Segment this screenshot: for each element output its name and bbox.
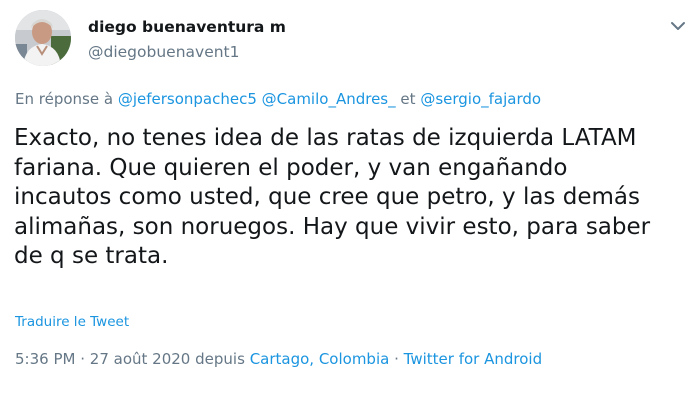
mention-link[interactable]: @jefersonpachec5 (118, 90, 257, 108)
tweet-date[interactable]: 27 août 2020 (90, 350, 191, 368)
display-name[interactable]: diego buenaventura m (88, 18, 286, 36)
mention-link[interactable]: @Camilo_Andres_ (262, 90, 396, 108)
meta-separator: · (80, 350, 86, 368)
mention-link[interactable]: @sergio_fajardo (420, 90, 541, 108)
user-handle[interactable]: @diegobuenavent1 (88, 43, 240, 61)
reply-prefix: En réponse à (15, 90, 114, 108)
translate-tweet-link[interactable]: Traduire le Tweet (15, 314, 129, 330)
source-app-link[interactable]: Twitter for Android (404, 350, 542, 368)
meta-separator: · (394, 350, 399, 368)
reply-conjunction: et (400, 90, 416, 108)
tweet-line: alimañas, son noruegos. Hay que vivir es… (14, 213, 651, 240)
tweet-line: Exacto, no tenes idea de las ratas de iz… (14, 125, 637, 151)
chevron-down-icon[interactable] (670, 17, 686, 30)
tweet-line: fariana. Que quieren el poder, y van eng… (14, 154, 568, 181)
tweet-line: de q se trata. (14, 243, 169, 269)
via-label: depuis (195, 350, 245, 368)
location-link[interactable]: Cartago, Colombia (250, 350, 390, 368)
tweet-text: Exacto, no tenes idea de las ratas de iz… (14, 124, 686, 272)
tweet-time[interactable]: 5:36 PM (15, 350, 75, 368)
tweet-metadata: 5:36 PM · 27 août 2020 depuis Cartago, C… (15, 350, 542, 368)
avatar[interactable] (15, 10, 71, 66)
tweet-line: incautos como usted, que cree que petro,… (14, 184, 640, 210)
reply-context: En réponse à @jefersonpachec5 @Camilo_An… (15, 90, 541, 108)
